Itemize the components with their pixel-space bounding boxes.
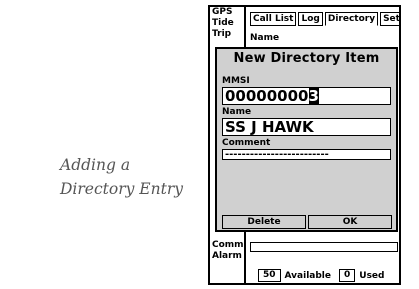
gps-device-screen: GPS Tide Trip Comm Alarm Call List Log D…	[208, 5, 401, 285]
list-column-header: Name	[250, 33, 280, 43]
mmsi-label: MMSI	[222, 76, 250, 86]
used-count: 0	[339, 269, 356, 282]
sidebar-item-gps[interactable]: GPS	[210, 7, 244, 18]
mmsi-cursor: 3	[308, 87, 319, 105]
tab-log[interactable]: Log	[298, 12, 323, 26]
sidebar-item-comm[interactable]: Comm	[210, 240, 246, 251]
new-directory-item-dialog: New Directory Item MMSI 000000003 Name S…	[215, 47, 398, 232]
sidebar-item-alarm[interactable]: Alarm	[210, 251, 246, 262]
list-row[interactable]	[250, 242, 398, 252]
name-field[interactable]: SS J HAWK	[222, 118, 391, 136]
tab-call-list[interactable]: Call List	[250, 12, 297, 26]
directory-status-bar: 50 Available 0 Used	[258, 269, 384, 282]
mmsi-field[interactable]: 000000003	[222, 87, 391, 105]
name-label: Name	[222, 107, 252, 117]
comment-field[interactable]: -------------------------	[222, 149, 391, 160]
tab-bar: Call List Log Directory Setup	[250, 12, 399, 26]
dialog-title: New Directory Item	[233, 51, 380, 66]
used-label: Used	[359, 270, 385, 281]
available-label: Available	[284, 270, 331, 281]
comment-label: Comment	[222, 138, 271, 148]
figure-caption: Adding a Directory Entry	[60, 156, 183, 198]
ok-button[interactable]: OK	[308, 215, 392, 229]
mmsi-value: 00000000	[225, 87, 309, 105]
sidebar-item-tide[interactable]: Tide	[210, 18, 244, 29]
tab-setup[interactable]: Setup	[380, 12, 399, 26]
tab-directory[interactable]: Directory	[324, 12, 379, 26]
delete-button[interactable]: Delete	[222, 215, 306, 229]
sidebar-item-trip[interactable]: Trip	[210, 29, 244, 40]
sidebar-bottom-group: Comm Alarm	[210, 240, 246, 262]
available-count: 50	[258, 269, 281, 282]
